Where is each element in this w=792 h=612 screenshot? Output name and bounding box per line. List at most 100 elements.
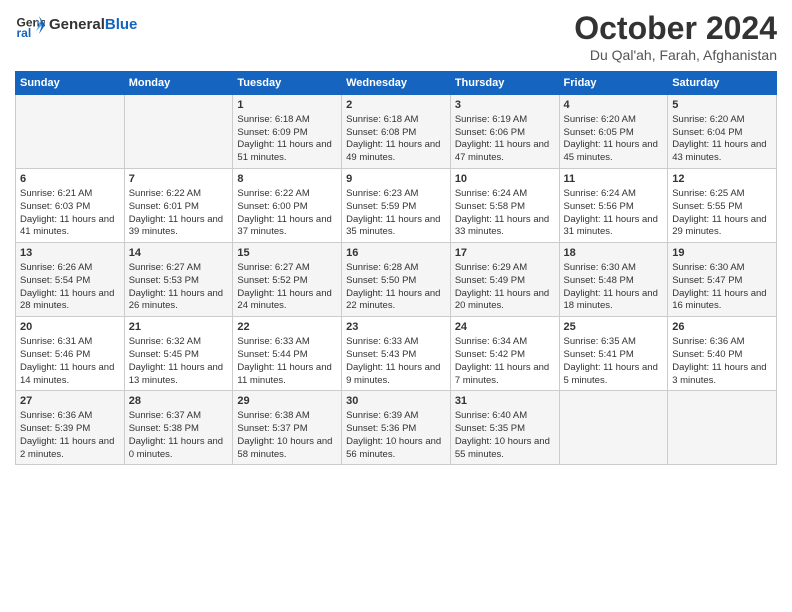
daylight-text: Daylight: 11 hours and 37 minutes. bbox=[237, 214, 331, 238]
sunset-text: Sunset: 5:38 PM bbox=[129, 423, 199, 434]
sunset-text: Sunset: 5:45 PM bbox=[129, 349, 199, 360]
sunset-text: Sunset: 5:55 PM bbox=[672, 201, 742, 212]
sunset-text: Sunset: 5:53 PM bbox=[129, 275, 199, 286]
daylight-text: Daylight: 11 hours and 22 minutes. bbox=[346, 288, 440, 312]
sunset-text: Sunset: 5:44 PM bbox=[237, 349, 307, 360]
day-header-wednesday: Wednesday bbox=[342, 72, 451, 95]
daylight-text: Daylight: 11 hours and 24 minutes. bbox=[237, 288, 331, 312]
logo-line1: GeneralBlue bbox=[49, 17, 137, 34]
daylight-text: Daylight: 11 hours and 43 minutes. bbox=[672, 139, 766, 163]
calendar-cell: 28 Sunrise: 6:37 AM Sunset: 5:38 PM Dayl… bbox=[124, 391, 233, 465]
daylight-text: Daylight: 11 hours and 26 minutes. bbox=[129, 288, 223, 312]
sunrise-text: Sunrise: 6:23 AM bbox=[346, 188, 418, 199]
week-row-1: 1 Sunrise: 6:18 AM Sunset: 6:09 PM Dayli… bbox=[16, 95, 777, 169]
day-number: 22 bbox=[237, 320, 337, 335]
sunrise-text: Sunrise: 6:38 AM bbox=[237, 410, 309, 421]
title-block: October 2024 Du Qal'ah, Farah, Afghanist… bbox=[574, 10, 777, 63]
calendar-cell: 20 Sunrise: 6:31 AM Sunset: 5:46 PM Dayl… bbox=[16, 317, 125, 391]
daylight-text: Daylight: 10 hours and 58 minutes. bbox=[237, 436, 332, 460]
sunset-text: Sunset: 6:09 PM bbox=[237, 127, 307, 138]
sunset-text: Sunset: 6:05 PM bbox=[564, 127, 634, 138]
calendar-cell: 17 Sunrise: 6:29 AM Sunset: 5:49 PM Dayl… bbox=[450, 243, 559, 317]
day-number: 29 bbox=[237, 394, 337, 409]
logo-icon: Gene ral bbox=[15, 10, 45, 40]
svg-text:ral: ral bbox=[17, 26, 32, 40]
sunrise-text: Sunrise: 6:26 AM bbox=[20, 262, 92, 273]
sunset-text: Sunset: 5:49 PM bbox=[455, 275, 525, 286]
calendar-cell: 8 Sunrise: 6:22 AM Sunset: 6:00 PM Dayli… bbox=[233, 169, 342, 243]
daylight-text: Daylight: 11 hours and 5 minutes. bbox=[564, 362, 658, 386]
sunrise-text: Sunrise: 6:35 AM bbox=[564, 336, 636, 347]
daylight-text: Daylight: 11 hours and 29 minutes. bbox=[672, 214, 766, 238]
sunrise-text: Sunrise: 6:37 AM bbox=[129, 410, 201, 421]
sunset-text: Sunset: 5:43 PM bbox=[346, 349, 416, 360]
header: Gene ral GeneralBlue October 2024 Du Qal… bbox=[15, 10, 777, 63]
day-number: 21 bbox=[129, 320, 229, 335]
daylight-text: Daylight: 11 hours and 9 minutes. bbox=[346, 362, 440, 386]
calendar-cell: 9 Sunrise: 6:23 AM Sunset: 5:59 PM Dayli… bbox=[342, 169, 451, 243]
day-number: 3 bbox=[455, 98, 555, 113]
sunset-text: Sunset: 5:54 PM bbox=[20, 275, 90, 286]
sunset-text: Sunset: 5:52 PM bbox=[237, 275, 307, 286]
sunrise-text: Sunrise: 6:24 AM bbox=[564, 188, 636, 199]
day-number: 20 bbox=[20, 320, 120, 335]
day-number: 25 bbox=[564, 320, 664, 335]
calendar-cell bbox=[124, 95, 233, 169]
sunset-text: Sunset: 6:06 PM bbox=[455, 127, 525, 138]
sunrise-text: Sunrise: 6:30 AM bbox=[672, 262, 744, 273]
day-number: 15 bbox=[237, 246, 337, 261]
sunrise-text: Sunrise: 6:28 AM bbox=[346, 262, 418, 273]
sunrise-text: Sunrise: 6:27 AM bbox=[237, 262, 309, 273]
calendar-cell: 27 Sunrise: 6:36 AM Sunset: 5:39 PM Dayl… bbox=[16, 391, 125, 465]
day-number: 8 bbox=[237, 172, 337, 187]
daylight-text: Daylight: 11 hours and 3 minutes. bbox=[672, 362, 766, 386]
sunset-text: Sunset: 5:59 PM bbox=[346, 201, 416, 212]
day-number: 31 bbox=[455, 394, 555, 409]
sunset-text: Sunset: 5:36 PM bbox=[346, 423, 416, 434]
day-number: 27 bbox=[20, 394, 120, 409]
daylight-text: Daylight: 11 hours and 2 minutes. bbox=[20, 436, 114, 460]
daylight-text: Daylight: 11 hours and 51 minutes. bbox=[237, 139, 331, 163]
sunrise-text: Sunrise: 6:34 AM bbox=[455, 336, 527, 347]
daylight-text: Daylight: 10 hours and 56 minutes. bbox=[346, 436, 441, 460]
sunset-text: Sunset: 5:39 PM bbox=[20, 423, 90, 434]
daylight-text: Daylight: 11 hours and 20 minutes. bbox=[455, 288, 549, 312]
calendar-cell: 25 Sunrise: 6:35 AM Sunset: 5:41 PM Dayl… bbox=[559, 317, 668, 391]
sunrise-text: Sunrise: 6:18 AM bbox=[237, 114, 309, 125]
calendar-cell: 13 Sunrise: 6:26 AM Sunset: 5:54 PM Dayl… bbox=[16, 243, 125, 317]
sunrise-text: Sunrise: 6:20 AM bbox=[672, 114, 744, 125]
sunset-text: Sunset: 5:58 PM bbox=[455, 201, 525, 212]
week-row-4: 20 Sunrise: 6:31 AM Sunset: 5:46 PM Dayl… bbox=[16, 317, 777, 391]
daylight-text: Daylight: 11 hours and 49 minutes. bbox=[346, 139, 440, 163]
daylight-text: Daylight: 11 hours and 13 minutes. bbox=[129, 362, 223, 386]
day-number: 26 bbox=[672, 320, 772, 335]
sunrise-text: Sunrise: 6:25 AM bbox=[672, 188, 744, 199]
day-number: 9 bbox=[346, 172, 446, 187]
sunrise-text: Sunrise: 6:22 AM bbox=[129, 188, 201, 199]
calendar-cell: 2 Sunrise: 6:18 AM Sunset: 6:08 PM Dayli… bbox=[342, 95, 451, 169]
day-number: 19 bbox=[672, 246, 772, 261]
day-header-friday: Friday bbox=[559, 72, 668, 95]
day-number: 14 bbox=[129, 246, 229, 261]
week-row-5: 27 Sunrise: 6:36 AM Sunset: 5:39 PM Dayl… bbox=[16, 391, 777, 465]
daylight-text: Daylight: 11 hours and 31 minutes. bbox=[564, 214, 658, 238]
sunrise-text: Sunrise: 6:18 AM bbox=[346, 114, 418, 125]
calendar-cell: 29 Sunrise: 6:38 AM Sunset: 5:37 PM Dayl… bbox=[233, 391, 342, 465]
sunset-text: Sunset: 5:47 PM bbox=[672, 275, 742, 286]
calendar-table: SundayMondayTuesdayWednesdayThursdayFrid… bbox=[15, 71, 777, 465]
sunrise-text: Sunrise: 6:27 AM bbox=[129, 262, 201, 273]
daylight-text: Daylight: 11 hours and 0 minutes. bbox=[129, 436, 223, 460]
calendar-cell: 3 Sunrise: 6:19 AM Sunset: 6:06 PM Dayli… bbox=[450, 95, 559, 169]
daylight-text: Daylight: 11 hours and 16 minutes. bbox=[672, 288, 766, 312]
calendar-cell: 19 Sunrise: 6:30 AM Sunset: 5:47 PM Dayl… bbox=[668, 243, 777, 317]
daylight-text: Daylight: 11 hours and 14 minutes. bbox=[20, 362, 114, 386]
day-number: 28 bbox=[129, 394, 229, 409]
calendar-cell: 16 Sunrise: 6:28 AM Sunset: 5:50 PM Dayl… bbox=[342, 243, 451, 317]
daylight-text: Daylight: 10 hours and 55 minutes. bbox=[455, 436, 550, 460]
calendar-cell: 12 Sunrise: 6:25 AM Sunset: 5:55 PM Dayl… bbox=[668, 169, 777, 243]
day-number: 30 bbox=[346, 394, 446, 409]
daylight-text: Daylight: 11 hours and 11 minutes. bbox=[237, 362, 331, 386]
day-number: 23 bbox=[346, 320, 446, 335]
day-number: 17 bbox=[455, 246, 555, 261]
week-row-3: 13 Sunrise: 6:26 AM Sunset: 5:54 PM Dayl… bbox=[16, 243, 777, 317]
